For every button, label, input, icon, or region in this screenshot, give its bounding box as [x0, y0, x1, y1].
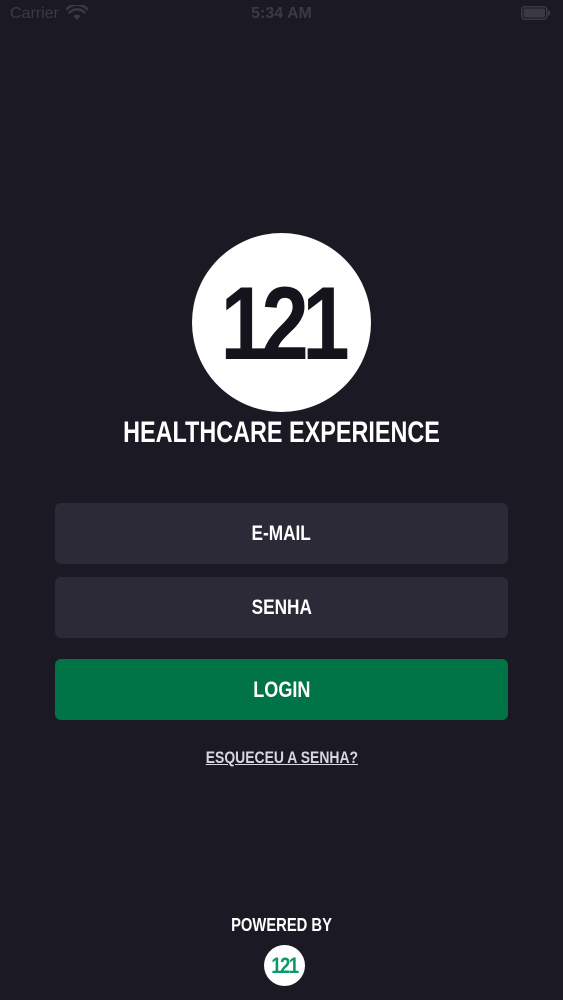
- email-field[interactable]: E-MAIL: [55, 503, 508, 564]
- status-time: 5:34 AM: [251, 5, 312, 22]
- forgot-password-container: ESQUECEU A SENHA?: [0, 748, 563, 768]
- password-field[interactable]: SENHA: [55, 577, 508, 638]
- powered-by-label: POWERED BY: [231, 915, 332, 935]
- login-button-label: LOGIN: [252, 676, 311, 702]
- login-button[interactable]: LOGIN: [55, 659, 508, 720]
- powered-by-container: POWERED BY: [0, 915, 563, 936]
- footer-logo-text: 121: [271, 952, 299, 978]
- email-placeholder: E-MAIL: [251, 521, 312, 545]
- password-placeholder: SENHA: [251, 595, 312, 619]
- brand-logo: 121: [192, 233, 371, 412]
- status-bar: Carrier 5:34 AM: [0, 0, 563, 30]
- footer-logo: 121: [264, 945, 305, 986]
- battery-icon: [521, 6, 550, 20]
- forgot-password-link[interactable]: ESQUECEU A SENHA?: [205, 748, 357, 768]
- brand-logo-text: 121: [220, 265, 349, 382]
- brand-tagline: HEALTHCARE EXPERIENCE: [123, 416, 440, 449]
